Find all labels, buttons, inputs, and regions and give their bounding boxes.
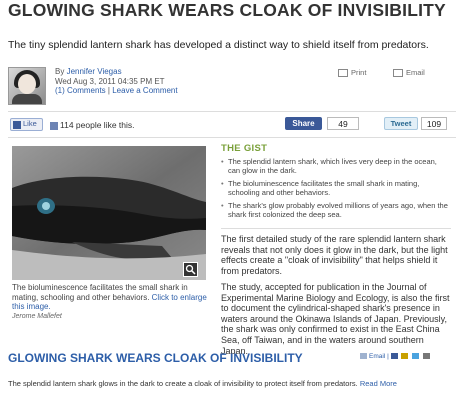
byline-separator: | (107, 86, 110, 95)
related-email-button[interactable]: Email (360, 353, 385, 360)
gist-item: The splendid lantern shark, which lives … (221, 157, 451, 175)
share-icon[interactable] (390, 353, 398, 360)
author-avatar (8, 67, 46, 105)
body-paragraph: The study, accepted for publication in t… (221, 282, 450, 356)
gist-title: THE GIST (221, 143, 268, 154)
envelope-icon (393, 69, 403, 78)
article-deck: The tiny splendid lantern shark has deve… (8, 39, 429, 51)
tweet-button[interactable]: Tweet (384, 117, 418, 130)
divider (8, 137, 456, 138)
gist-item: The shark's glow probably evolved millio… (221, 201, 451, 219)
author-link[interactable]: Jennifer Viegas (67, 67, 122, 76)
article-headline: GLOWING SHARK WEARS CLOAK OF INVISIBILIT… (8, 0, 446, 20)
print-button[interactable]: Print (338, 68, 367, 78)
divider (221, 228, 451, 229)
print-label: Print (351, 68, 367, 77)
facebook-share-button[interactable]: Share (285, 117, 322, 130)
body-paragraph: The first detailed study of the rare spl… (221, 234, 448, 276)
photo-credit: Jerome Mallefet (12, 312, 62, 320)
facebook-icon (50, 121, 58, 130)
tools-separator: | (387, 353, 389, 360)
divider (8, 111, 456, 112)
email-button[interactable]: Email (393, 68, 425, 78)
publish-date: Wed Aug 3, 2011 04:35 PM ET (55, 76, 165, 86)
printer-icon (338, 69, 348, 78)
envelope-icon (360, 353, 367, 360)
gist-item: The bioluminescence facilitates the smal… (221, 179, 451, 197)
facebook-like-button[interactable]: Like (10, 118, 43, 131)
facebook-icon (13, 120, 21, 129)
shark-photo[interactable] (12, 146, 206, 280)
byline: By Jennifer Viegas Wed Aug 3, 2011 04:35… (55, 67, 178, 96)
gist-list: The splendid lantern shark, which lives … (221, 157, 451, 223)
related-tools: Email | (360, 353, 432, 360)
twitter-icon[interactable] (412, 353, 420, 360)
read-more-link[interactable]: Read More (360, 379, 397, 388)
share-count: 49 (327, 117, 359, 130)
byline-by: By (55, 67, 65, 76)
magnifier-icon[interactable] (183, 262, 198, 277)
bookmark-icon[interactable] (401, 353, 409, 360)
like-label: Like (23, 119, 37, 128)
comments-link[interactable]: (1) Comments (55, 86, 106, 95)
leave-comment-link[interactable]: Leave a Comment (112, 86, 177, 95)
like-count-text: 114 people like this. (50, 120, 135, 130)
digg-icon[interactable] (423, 353, 431, 360)
shark-image (12, 146, 206, 280)
tweet-count: 109 (421, 117, 447, 130)
photo-caption: The bioluminescence facilitates the smal… (12, 283, 208, 321)
email-label: Email (406, 68, 425, 77)
related-description: The splendid lantern shark glows in the … (8, 379, 397, 388)
